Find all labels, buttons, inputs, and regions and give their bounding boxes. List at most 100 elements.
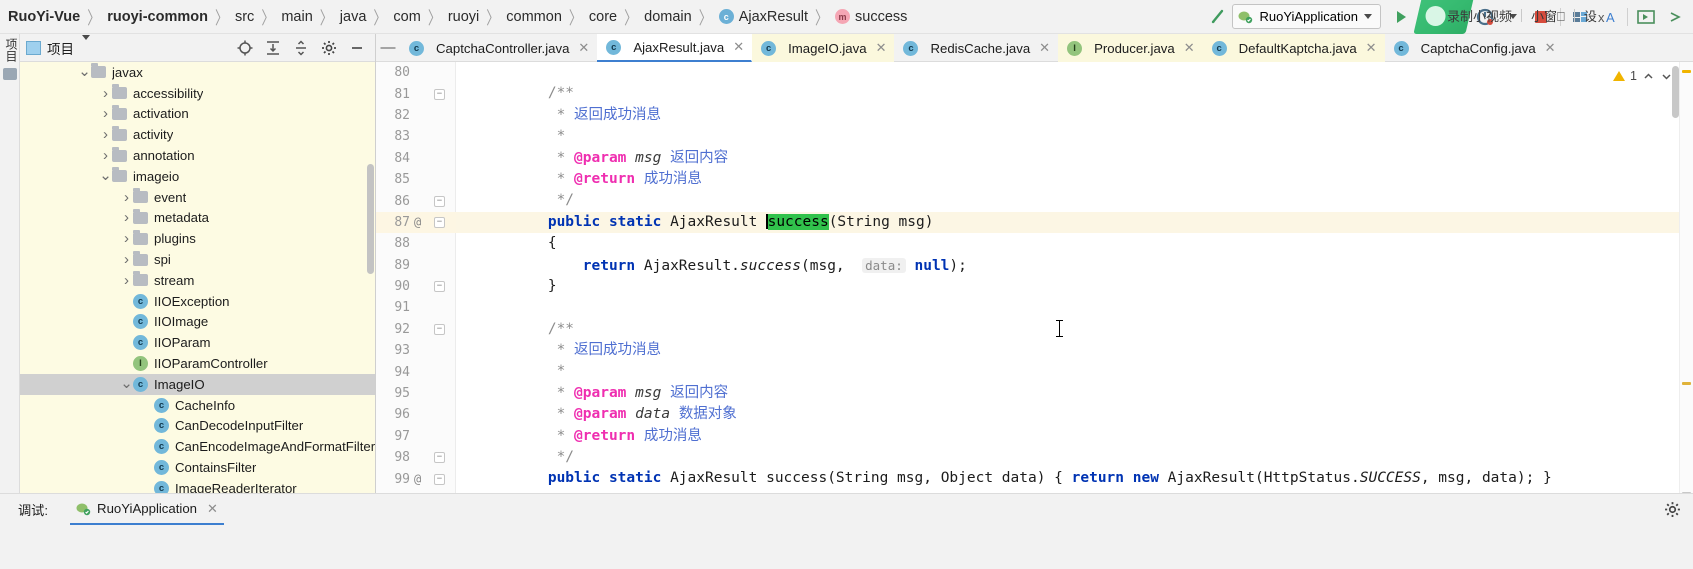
fold-expand-icon[interactable]: − — [434, 473, 445, 485]
code-line-98[interactable]: */ — [456, 447, 1693, 468]
tree-item-containsfilter[interactable]: c ContainsFilter — [20, 457, 375, 478]
chevron-right-icon[interactable]: › — [99, 126, 112, 143]
code-line-89[interactable]: return AjaxResult.success(msg, data: nul… — [456, 255, 1693, 276]
gutter-line-99[interactable]: @ − 99 — [376, 468, 456, 489]
code-line-80[interactable] — [456, 62, 1693, 83]
breadcrumb-item-com[interactable]: com — [393, 9, 420, 25]
chevron-right-icon[interactable]: › — [120, 251, 133, 268]
fold-expand-icon[interactable]: − — [434, 281, 445, 293]
tree-item-accessibility[interactable]: › accessibility — [20, 83, 375, 104]
tree-item-imageio[interactable]: ⌄ imageio — [20, 166, 375, 187]
project-scrollbar[interactable] — [367, 164, 374, 274]
code-line-94[interactable]: * — [456, 361, 1693, 382]
chevron-down-icon[interactable]: ⌄ — [120, 376, 133, 391]
chevron-down-icon[interactable]: ⌄ — [78, 64, 91, 79]
tree-item-iioparam[interactable]: c IIOParam — [20, 332, 375, 353]
gear-icon[interactable] — [1664, 501, 1681, 518]
close-icon[interactable]: ✕ — [578, 40, 589, 56]
gear-icon[interactable] — [321, 40, 337, 56]
code-line-88[interactable]: { — [456, 233, 1693, 254]
fold-collapse-icon[interactable]: − — [434, 88, 445, 100]
recorder-item-1[interactable]: 小窗⎕ — [1522, 6, 1574, 25]
breadcrumb-item-java[interactable]: java — [340, 9, 367, 25]
breadcrumb-item-src[interactable]: src — [235, 9, 254, 25]
fold-collapse-icon[interactable]: − — [434, 323, 445, 335]
editor-tab-imageio-java[interactable]: c ImageIO.java ✕ — [752, 34, 895, 62]
breadcrumb-item-success[interactable]: m success — [835, 9, 907, 25]
override-marker-icon[interactable]: @ — [414, 472, 421, 486]
editor-tab-ajaxresult-java[interactable]: c AjaxResult.java ✕ — [597, 34, 753, 62]
code-line-92[interactable]: /** — [456, 319, 1693, 340]
editor-gutter[interactable]: 80 − 81 82 83 84 85 − 86 @ − 87 88 89 − 90 91 − 92 93 94 95 96… — [376, 62, 456, 504]
breadcrumb-item-ruoyi-vue[interactable]: RuoYi-Vue — [8, 9, 80, 25]
present-icon[interactable] — [1634, 4, 1660, 30]
close-icon[interactable]: ✕ — [207, 501, 218, 517]
chevron-down-icon[interactable] — [82, 35, 90, 55]
chevron-right-icon[interactable]: › — [120, 189, 133, 206]
tree-item-imageio[interactable]: ⌄ c ImageIO — [20, 373, 375, 395]
tree-item-cacheinfo[interactable]: c CacheInfo — [20, 395, 375, 416]
editor-scrollbar[interactable] — [1672, 66, 1679, 118]
inspection-summary[interactable]: 1 — [1613, 62, 1679, 90]
gutter-line-81[interactable]: − 81 — [376, 83, 456, 104]
tree-item-metadata[interactable]: › metadata — [20, 208, 375, 229]
chevron-right-icon[interactable]: › — [120, 209, 133, 226]
prev-problem-icon[interactable] — [1642, 70, 1655, 83]
gutter-line-96[interactable]: 96 — [376, 404, 456, 425]
expand-all-icon[interactable] — [265, 40, 281, 56]
tree-item-annotation[interactable]: › annotation — [20, 145, 375, 166]
chevron-right-icon[interactable]: › — [99, 147, 112, 164]
code-editor[interactable]: 80 − 81 82 83 84 85 − 86 @ − 87 88 89 − 90 91 − 92 93 94 95 96… — [376, 62, 1693, 504]
collapse-all-icon[interactable] — [293, 39, 309, 56]
minimize-icon[interactable] — [349, 40, 365, 56]
fold-expand-icon[interactable]: − — [434, 452, 445, 464]
editor-error-stripe[interactable] — [1679, 62, 1693, 504]
gutter-line-92[interactable]: − 92 — [376, 319, 456, 340]
run-button[interactable] — [1388, 4, 1414, 30]
breadcrumb-item-core[interactable]: core — [589, 9, 617, 25]
gutter-line-98[interactable]: − 98 — [376, 447, 456, 468]
code-line-97[interactable]: * @return 成功消息 — [456, 426, 1693, 447]
code-line-86[interactable]: */ — [456, 190, 1693, 211]
override-marker-icon[interactable]: @ — [414, 215, 421, 229]
build-icon[interactable] — [1205, 4, 1231, 30]
chevron-down-icon[interactable]: ⌄ — [99, 168, 112, 183]
code-line-83[interactable]: * — [456, 126, 1693, 147]
breadcrumb-item-ajaxresult[interactable]: c AjaxResult — [718, 9, 808, 25]
code-line-96[interactable]: * @param data 数据对象 — [456, 404, 1693, 425]
tree-item-spi[interactable]: › spi — [20, 249, 375, 270]
code-line-87[interactable]: public static AjaxResult success(String … — [456, 211, 1693, 234]
gutter-line-85[interactable]: 85 — [376, 169, 456, 190]
editor-tab-producer-java[interactable]: I Producer.java ✕ — [1058, 34, 1203, 62]
chevron-right-icon[interactable]: › — [99, 105, 112, 122]
structure-icon[interactable] — [3, 68, 17, 80]
gutter-line-94[interactable]: 94 — [376, 361, 456, 382]
stripe-mark-warning[interactable] — [1682, 70, 1691, 73]
chevron-right-icon[interactable]: › — [120, 230, 133, 247]
chevron-right-icon[interactable]: › — [99, 85, 112, 102]
gutter-line-97[interactable]: 97 — [376, 426, 456, 447]
gutter-line-83[interactable]: 83 — [376, 126, 456, 147]
gutter-line-95[interactable]: 95 — [376, 383, 456, 404]
breadcrumb-item-common[interactable]: common — [506, 9, 562, 25]
breadcrumb-item-ruoyi-common[interactable]: ruoyi-common — [107, 9, 208, 25]
close-icon[interactable]: ✕ — [876, 40, 887, 56]
close-icon[interactable]: ✕ — [1184, 40, 1195, 56]
gutter-line-86[interactable]: − 86 — [376, 190, 456, 211]
recorder-item-2[interactable]: 设 — [1575, 6, 1606, 25]
code-line-91[interactable] — [456, 297, 1693, 318]
gutter-line-89[interactable]: 89 — [376, 255, 456, 276]
run-configuration-selector[interactable]: RuoYiApplication — [1232, 4, 1381, 29]
gutter-line-88[interactable]: 88 — [376, 233, 456, 254]
tool-window-button-project[interactable]: 项目 — [3, 38, 20, 62]
tree-item-canencodeimageandformatfilter[interactable]: c CanEncodeImageAndFormatFilter — [20, 436, 375, 457]
project-tree[interactable]: ⌄ javax › accessibility › activation › activity… — [20, 62, 375, 504]
editor-code-area[interactable]: /** * 返回成功消息 * * @param msg 返回内容 * @retu… — [456, 62, 1693, 504]
tree-item-stream[interactable]: › stream — [20, 270, 375, 291]
gutter-line-80[interactable]: 80 — [376, 62, 456, 83]
chevron-down-icon[interactable] — [1364, 14, 1372, 19]
gutter-line-90[interactable]: − 90 — [376, 276, 456, 297]
gutter-line-84[interactable]: 84 — [376, 148, 456, 169]
tree-item-activation[interactable]: › activation — [20, 104, 375, 125]
close-icon[interactable]: ✕ — [733, 39, 744, 55]
